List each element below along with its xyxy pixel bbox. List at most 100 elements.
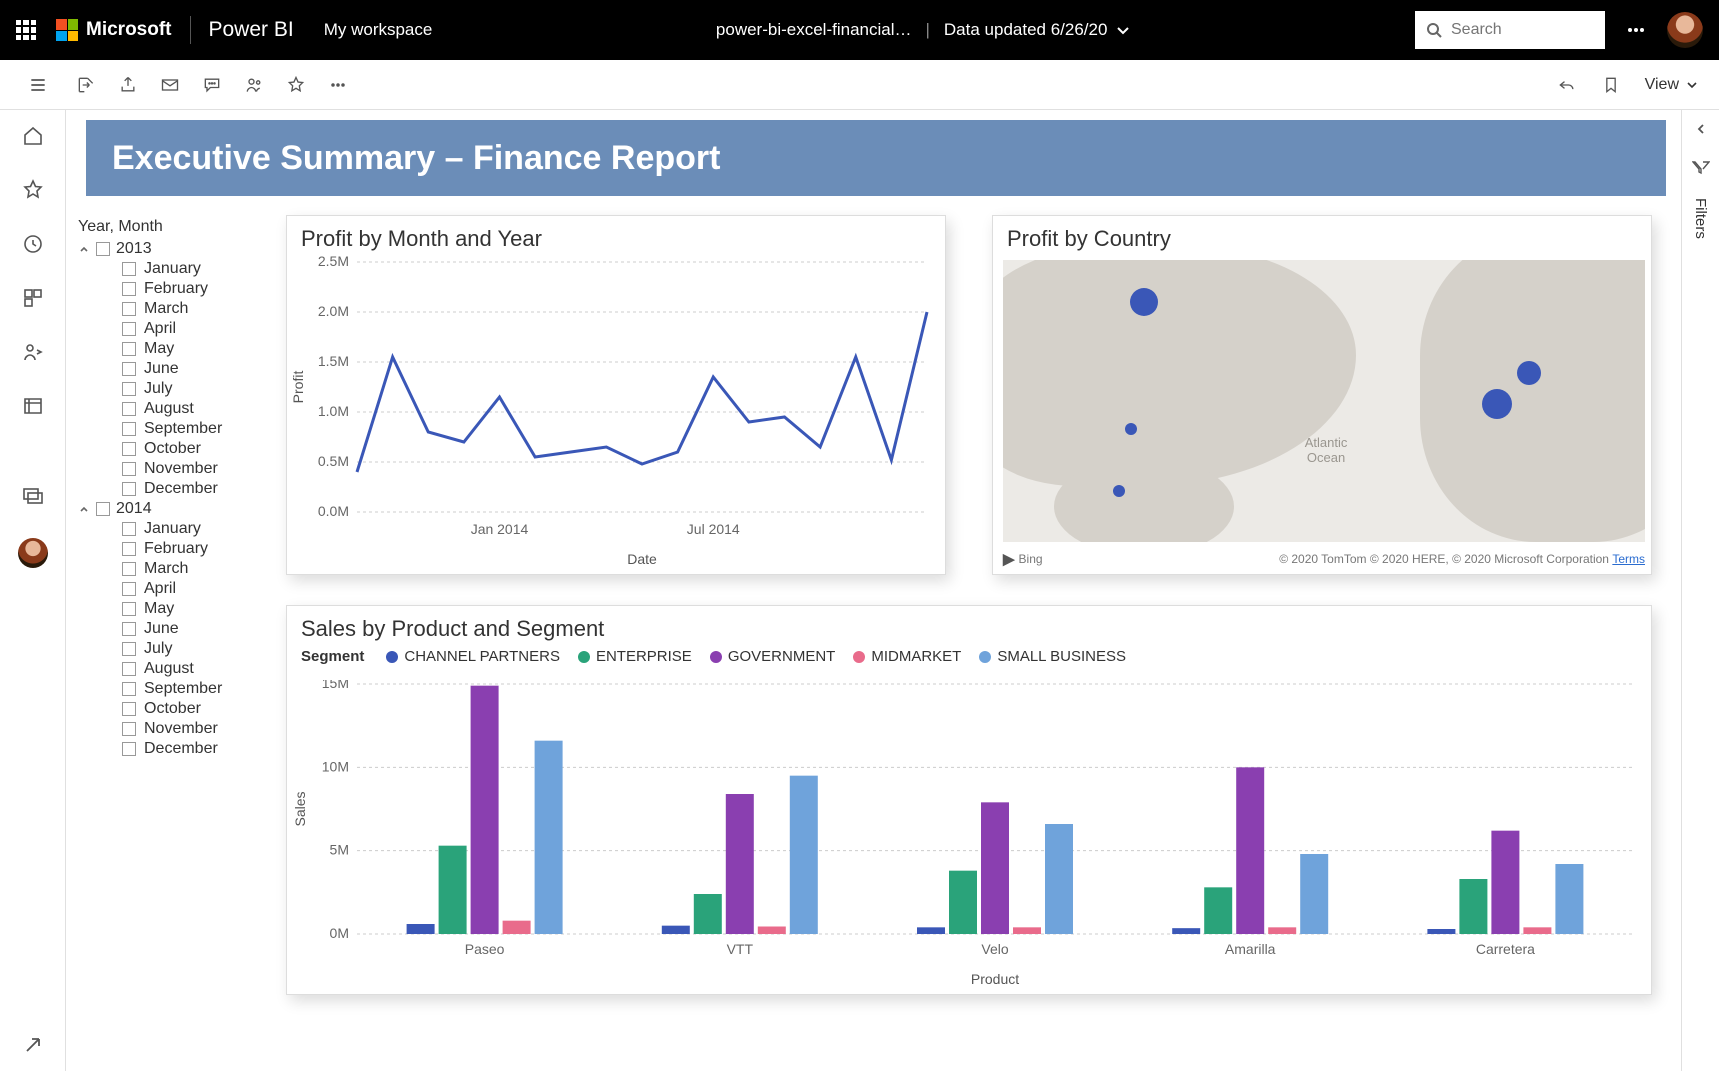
breadcrumb-updated[interactable]: Data updated 6/26/20 [944,20,1108,40]
undo-icon[interactable] [1557,75,1577,95]
view-menu[interactable]: View [1645,76,1699,94]
chevron-down-icon[interactable] [1115,22,1131,38]
slicer-month[interactable]: February [122,540,268,558]
comment-icon[interactable] [202,75,222,95]
user-avatar[interactable] [1667,12,1703,48]
svg-text:Carretera: Carretera [1476,941,1535,957]
map-attribution: © 2020 TomTom © 2020 HERE, © 2020 Micros… [1279,552,1609,566]
slicer-month[interactable]: April [122,320,268,338]
map-bubble[interactable] [1113,485,1125,497]
legend-item[interactable]: GOVERNMENT [710,648,836,665]
map-background[interactable]: Atlantic Ocean [1003,260,1645,542]
svg-text:15M: 15M [322,680,349,691]
slicer-month[interactable]: August [122,400,268,418]
svg-text:VTT: VTT [727,941,754,957]
slicer-month[interactable]: February [122,280,268,298]
bing-attribution: ▶Bing [1003,550,1043,568]
svg-text:Jan 2014: Jan 2014 [471,521,529,537]
teams-icon[interactable] [244,75,264,95]
map-terms-link[interactable]: Terms [1612,552,1645,566]
legend-item[interactable]: CHANNEL PARTNERS [386,648,560,665]
slicer-month[interactable]: May [122,340,268,358]
app-label[interactable]: Power BI [209,18,294,42]
profit-by-country-map[interactable]: Profit by Country Atlantic Ocean ▶Bing ©… [992,215,1652,575]
slicer-month[interactable]: October [122,700,268,718]
file-export-icon[interactable] [76,75,96,95]
legend-item[interactable]: MIDMARKET [853,648,961,665]
chart-title: Profit by Month and Year [287,216,945,252]
search-icon [1425,21,1443,39]
nav-rail [0,110,66,1071]
ocean-label: Atlantic Ocean [1305,435,1348,465]
filters-label: Filters [1692,198,1709,239]
mail-icon[interactable] [160,75,180,95]
apps-icon[interactable] [21,286,45,310]
microsoft-logo-icon [56,19,78,41]
workarea: Executive Summary – Finance Report Year,… [0,110,1719,1071]
slicer-month[interactable]: June [122,620,268,638]
expand-icon[interactable] [21,1033,45,1057]
slicer-month[interactable]: November [122,460,268,478]
report-canvas: Executive Summary – Finance Report Year,… [66,110,1681,1071]
svg-text:Profit: Profit [290,371,306,404]
slicer-month[interactable]: October [122,440,268,458]
slicer-year[interactable]: 2013 [78,240,268,258]
svg-text:Velo: Velo [981,941,1008,957]
slicer-month[interactable]: January [122,260,268,278]
filters-pane-collapsed[interactable]: Filters [1681,110,1719,1071]
svg-text:2.0M: 2.0M [318,303,349,319]
more-options-icon[interactable] [1625,19,1647,41]
slicer-month[interactable]: March [122,560,268,578]
legend-item[interactable]: ENTERPRISE [578,648,692,665]
search-field[interactable] [1451,21,1591,39]
share-icon[interactable] [118,75,138,95]
svg-text:Paseo: Paseo [465,941,505,957]
slicer-header: Year, Month [78,218,268,236]
slicer-month[interactable]: December [122,480,268,498]
legend-item[interactable]: SMALL BUSINESS [979,648,1126,665]
chart-legend: SegmentCHANNEL PARTNERSENTERPRISEGOVERNM… [287,642,1651,671]
search-input[interactable] [1415,11,1605,49]
deployment-icon[interactable] [21,484,45,508]
workspaces-icon[interactable] [21,394,45,418]
slicer-month[interactable]: April [122,580,268,598]
chevron-down-icon [1685,78,1699,92]
svg-text:2.5M: 2.5M [318,253,349,269]
map-bubble[interactable] [1482,389,1512,419]
slicer-month[interactable]: July [122,640,268,658]
recent-icon[interactable] [21,232,45,256]
breadcrumb-file[interactable]: power-bi-excel-financial… [716,20,912,40]
slicer-month[interactable]: September [122,680,268,698]
more-icon[interactable] [328,75,348,95]
sales-by-product-chart[interactable]: Sales by Product and Segment SegmentCHAN… [286,605,1652,995]
report-title: Executive Summary – Finance Report [112,139,720,178]
hamburger-icon[interactable] [28,75,48,95]
favorites-icon[interactable] [21,178,45,202]
profit-by-month-chart[interactable]: Profit by Month and Year 0.0M0.5M1.0M1.5… [286,215,946,575]
slicer-month[interactable]: July [122,380,268,398]
slicer-month[interactable]: December [122,740,268,758]
slicer-month[interactable]: March [122,300,268,318]
star-icon[interactable] [286,75,306,95]
slicer-year[interactable]: 2014 [78,500,268,518]
filters-icon[interactable] [1692,158,1710,176]
slicer-month[interactable]: November [122,720,268,738]
svg-text:Amarilla: Amarilla [1225,941,1276,957]
slicer-month[interactable]: August [122,660,268,678]
svg-text:Jul 2014: Jul 2014 [687,521,740,537]
workspace-link[interactable]: My workspace [324,20,433,40]
slicer-month[interactable]: May [122,600,268,618]
slicer-month[interactable]: June [122,360,268,378]
year-month-slicer[interactable]: Year, Month 2013 January February March Apri… [78,218,268,760]
svg-text:10M: 10M [322,758,349,774]
svg-text:0.5M: 0.5M [318,453,349,469]
slicer-month[interactable]: January [122,520,268,538]
shared-icon[interactable] [21,340,45,364]
slicer-month[interactable]: September [122,420,268,438]
report-toolbar: View [0,60,1719,110]
app-launcher-icon[interactable] [16,20,36,40]
workspace-avatar[interactable] [18,538,48,568]
chevron-left-icon[interactable] [1694,122,1708,136]
home-icon[interactable] [21,124,45,148]
bookmark-icon[interactable] [1601,75,1621,95]
